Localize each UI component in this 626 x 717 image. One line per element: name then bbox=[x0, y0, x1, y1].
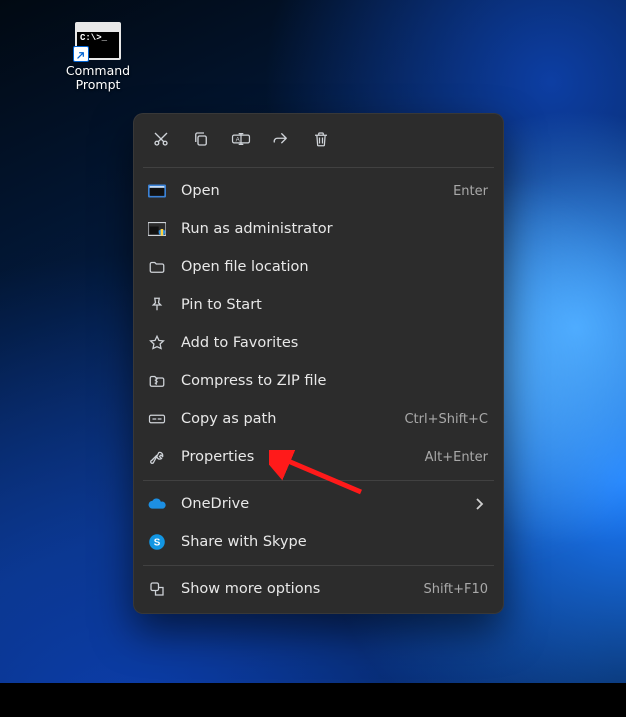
copy-icon bbox=[191, 129, 211, 149]
copy-path-icon bbox=[147, 409, 167, 429]
menu-item-label: Show more options bbox=[181, 581, 410, 597]
chevron-right-icon bbox=[474, 498, 488, 510]
menu-item-accelerator: Enter bbox=[453, 184, 488, 199]
copy-button[interactable] bbox=[181, 121, 221, 157]
more-options-icon bbox=[147, 579, 167, 599]
menu-item-share-with-skype[interactable]: S Share with Skype bbox=[139, 523, 498, 561]
cut-icon bbox=[151, 129, 171, 149]
menu-item-label: Open bbox=[181, 183, 439, 199]
share-icon bbox=[271, 129, 291, 149]
menu-item-add-to-favorites[interactable]: Add to Favorites bbox=[139, 324, 498, 362]
quick-actions-row: A bbox=[139, 119, 498, 163]
menu-item-label: Compress to ZIP file bbox=[181, 373, 474, 389]
shortcut-overlay-icon bbox=[73, 46, 89, 62]
desktop-shortcut-command-prompt[interactable]: C:\>_ Command Prompt bbox=[58, 22, 138, 93]
menu-item-accelerator: Alt+Enter bbox=[425, 450, 488, 465]
command-prompt-icon: C:\>_ bbox=[75, 22, 121, 60]
menu-item-label: OneDrive bbox=[181, 496, 460, 512]
menu-item-compress-to-zip[interactable]: Compress to ZIP file bbox=[139, 362, 498, 400]
wrench-icon bbox=[147, 447, 167, 467]
menu-item-label: Copy as path bbox=[181, 411, 390, 427]
skype-icon: S bbox=[147, 532, 167, 552]
rename-icon: A bbox=[231, 129, 251, 149]
folder-open-icon bbox=[147, 257, 167, 277]
rename-button[interactable]: A bbox=[221, 121, 261, 157]
menu-item-label: Run as administrator bbox=[181, 221, 474, 237]
menu-item-label: Share with Skype bbox=[181, 534, 474, 550]
menu-item-accelerator: Shift+F10 bbox=[424, 582, 488, 597]
separator bbox=[143, 480, 494, 481]
menu-item-properties[interactable]: Properties Alt+Enter bbox=[139, 438, 498, 476]
menu-item-onedrive[interactable]: OneDrive bbox=[139, 485, 498, 523]
star-icon bbox=[147, 333, 167, 353]
separator bbox=[143, 565, 494, 566]
menu-item-label: Pin to Start bbox=[181, 297, 474, 313]
shield-icon bbox=[147, 219, 167, 239]
menu-item-accelerator: Ctrl+Shift+C bbox=[404, 412, 488, 427]
menu-item-label: Add to Favorites bbox=[181, 335, 474, 351]
menu-item-label: Properties bbox=[181, 449, 411, 465]
app-icon bbox=[147, 181, 167, 201]
menu-item-open[interactable]: Open Enter bbox=[139, 172, 498, 210]
pin-icon bbox=[147, 295, 167, 315]
svg-text:S: S bbox=[154, 537, 161, 548]
menu-item-run-as-administrator[interactable]: Run as administrator bbox=[139, 210, 498, 248]
menu-item-copy-as-path[interactable]: Copy as path Ctrl+Shift+C bbox=[139, 400, 498, 438]
cut-button[interactable] bbox=[141, 121, 181, 157]
context-menu: A Open Enter Run as administrator bbox=[133, 113, 504, 614]
zip-icon bbox=[147, 371, 167, 391]
menu-item-label: Open file location bbox=[181, 259, 474, 275]
delete-button[interactable] bbox=[301, 121, 341, 157]
delete-icon bbox=[311, 129, 331, 149]
desktop-icon-label: Command Prompt bbox=[58, 64, 138, 93]
separator bbox=[143, 167, 494, 168]
menu-item-show-more-options[interactable]: Show more options Shift+F10 bbox=[139, 570, 498, 608]
onedrive-icon bbox=[147, 494, 167, 514]
menu-item-open-file-location[interactable]: Open file location bbox=[139, 248, 498, 286]
menu-item-pin-to-start[interactable]: Pin to Start bbox=[139, 286, 498, 324]
share-button[interactable] bbox=[261, 121, 301, 157]
